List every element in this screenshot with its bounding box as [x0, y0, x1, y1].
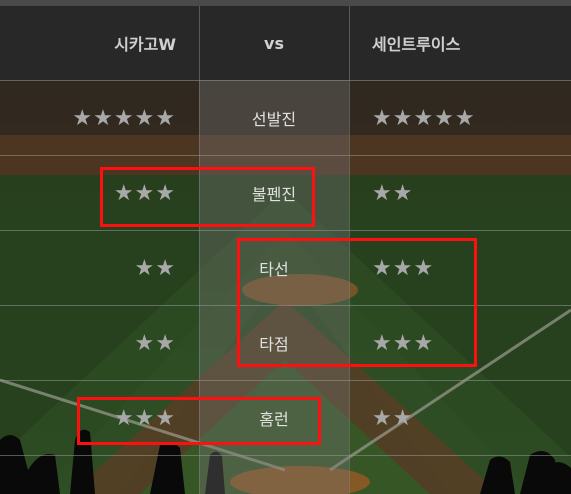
row-starting-right: ★★★★★	[349, 81, 571, 155]
row-bullpen-right: ★★	[349, 156, 571, 230]
team-right-name: 세인트루이스	[372, 35, 461, 54]
highlight-box-bullpen	[100, 167, 315, 227]
row-lineup-left: ★★	[0, 231, 199, 305]
highlight-box-homerun	[77, 397, 321, 445]
row-homerun-right: ★★	[349, 381, 571, 455]
header-team-left: 시카고W	[0, 6, 199, 80]
header-team-right: 세인트루이스	[349, 6, 571, 80]
row-starting-left: ★★★★★	[0, 81, 199, 155]
versus-label: vs	[264, 33, 284, 53]
left-star-rating: ★★	[134, 255, 176, 281]
right-star-rating: ★★	[372, 180, 414, 206]
highlight-box-lineup-rbi	[237, 238, 477, 367]
team-left-name: 시카고W	[114, 35, 176, 54]
right-star-rating: ★★	[372, 405, 414, 431]
right-star-rating: ★★★★★	[372, 105, 476, 131]
header-versus: vs	[199, 6, 349, 80]
left-star-rating: ★★	[134, 330, 176, 356]
row-divider	[0, 455, 571, 456]
category-label: 선발진	[251, 110, 297, 129]
comparison-page: 시카고W vs 세인트루이스 ★★★★★ 선발진 ★★★★★ ★★★ 불펜진 ★…	[0, 0, 571, 494]
left-star-rating: ★★★★★	[72, 105, 176, 131]
row-rbi-left: ★★	[0, 306, 199, 380]
row-starting-label: 선발진	[199, 81, 349, 155]
